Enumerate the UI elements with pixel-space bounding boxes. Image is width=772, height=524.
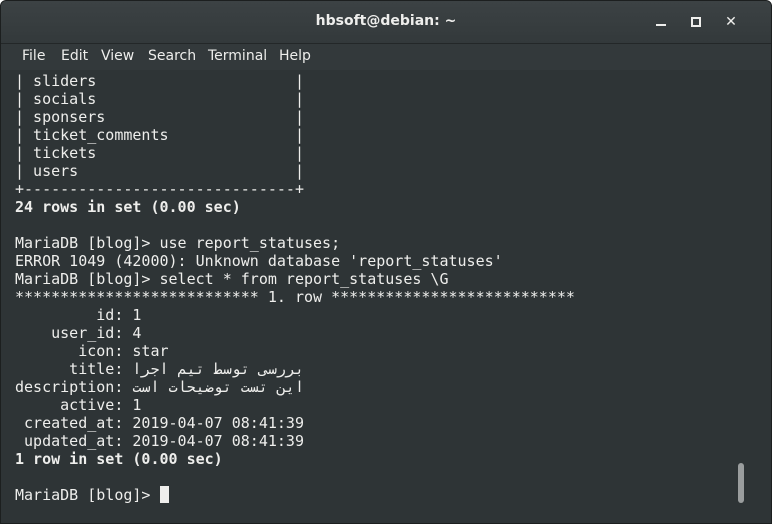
menu-file[interactable]: File — [22, 48, 45, 64]
menu-terminal[interactable]: Terminal — [208, 48, 267, 64]
minimize-icon — [656, 24, 666, 26]
terminal-line: | users | — [15, 162, 304, 180]
terminal-text[interactable]: | sliders | | socials | | sponsers | | tick… — [15, 72, 575, 504]
terminal-line: | tickets | — [15, 144, 304, 162]
terminal-line: updated_at: 2019-04-07 08:41:39 — [15, 432, 304, 450]
terminal-line: description: این تست توضیحات است — [15, 378, 304, 396]
terminal-output[interactable]: | sliders | | socials | | sponsers | | tick… — [1, 70, 749, 523]
terminal-line: MariaDB [blog]> select * from report_sta… — [15, 270, 449, 288]
terminal-line: id: 1 — [15, 306, 142, 324]
terminal-line: | socials | — [15, 90, 304, 108]
menu-bar: File Edit View Search Terminal Help — [1, 44, 771, 70]
terminal-line: +------------------------------+ — [15, 180, 304, 198]
terminal-line: | sponsers | — [15, 108, 304, 126]
terminal-line: created_at: 2019-04-07 08:41:39 — [15, 414, 304, 432]
scrollbar-thumb[interactable] — [738, 463, 744, 503]
terminal-line: title: بررسی توسط تیم اجرا — [15, 360, 304, 378]
title-bar[interactable]: hbsoft@debian: ~ ✕ — [1, 1, 771, 44]
menu-help[interactable]: Help — [279, 48, 311, 64]
maximize-icon — [691, 17, 701, 27]
terminal-line: ERROR 1049 (42000): Unknown database 're… — [15, 252, 503, 270]
prompt-line[interactable]: MariaDB [blog]> — [15, 486, 575, 504]
terminal-line: | sliders | — [15, 72, 304, 90]
menu-view[interactable]: View — [101, 48, 134, 64]
terminal-window: hbsoft@debian: ~ ✕ File Edit View Search… — [0, 0, 772, 524]
menu-edit[interactable]: Edit — [61, 48, 88, 64]
prompt-text: MariaDB [blog]> — [15, 486, 160, 504]
menu-search[interactable]: Search — [148, 48, 196, 64]
terminal-line: 1 row in set (0.00 sec) — [15, 450, 223, 468]
text-cursor — [159, 486, 169, 503]
scrollbar-track[interactable] — [749, 70, 771, 523]
minimize-button[interactable] — [649, 10, 673, 34]
close-button[interactable]: ✕ — [719, 10, 743, 34]
terminal-line: active: 1 — [15, 396, 142, 414]
maximize-button[interactable] — [684, 10, 708, 34]
terminal-line: user_id: 4 — [15, 324, 142, 342]
terminal-line: *************************** 1. row *****… — [15, 288, 575, 306]
terminal-line: | ticket_comments | — [15, 126, 304, 144]
terminal-line: MariaDB [blog]> use report_statuses; — [15, 234, 341, 252]
terminal-line: icon: star — [15, 342, 169, 360]
terminal-line: 24 rows in set (0.00 sec) — [15, 198, 241, 216]
close-icon: ✕ — [725, 14, 737, 30]
